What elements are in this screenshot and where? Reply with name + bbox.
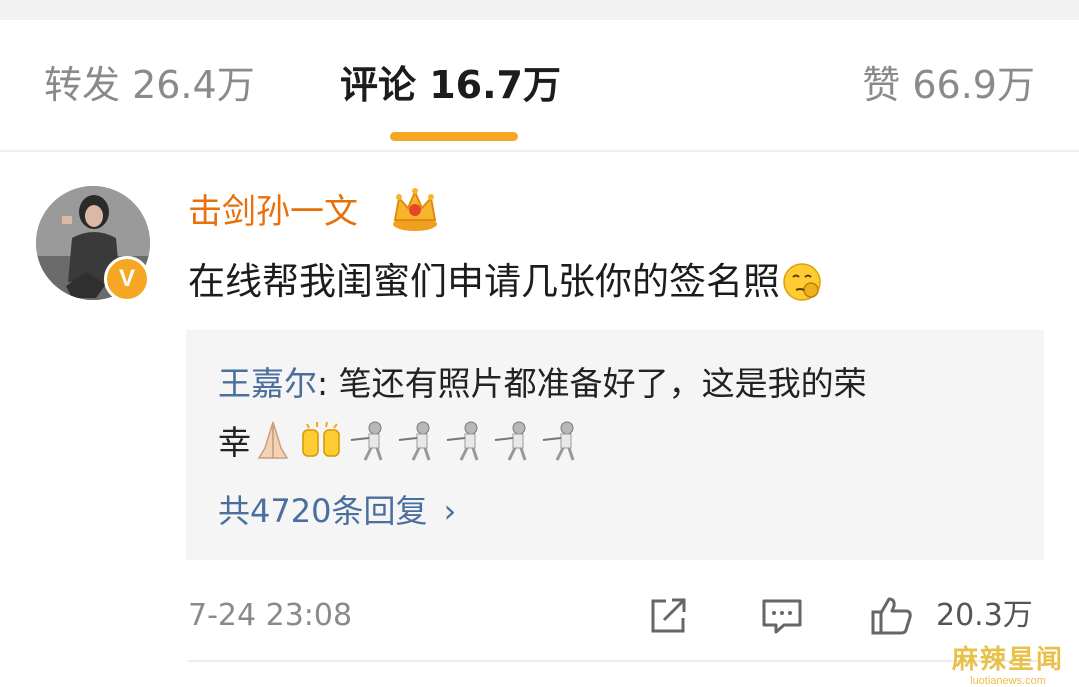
comment-icon[interactable]: [760, 596, 804, 636]
reply-text-2: 幸: [218, 423, 251, 462]
verified-badge-icon: V: [104, 256, 150, 302]
share-icon[interactable]: [648, 596, 692, 636]
top-strip: [0, 0, 1079, 20]
watermark-logo: 麻辣星闻: [951, 645, 1064, 675]
divider: [188, 660, 1038, 662]
view-replies-label: 共4720条回复: [218, 492, 428, 530]
tab-repost[interactable]: 转发 26.4万: [44, 60, 255, 110]
divider: [0, 150, 1079, 152]
fencer-icon: [542, 421, 575, 461]
comment-text: 在线帮我闺蜜们申请几张你的签名照: [188, 256, 822, 308]
fencer-icon: [398, 421, 431, 461]
like-icon[interactable]: [870, 596, 914, 636]
chevron-right-icon: ›: [443, 492, 457, 530]
comment-body: 在线帮我闺蜜们申请几张你的签名照: [188, 260, 780, 303]
crown-icon: [393, 188, 437, 231]
comment-username[interactable]: 击剑孙一文: [188, 190, 358, 234]
like-count: 20.3万: [936, 598, 1033, 633]
fencer-icon: [446, 421, 479, 461]
watermark: 麻辣星闻 luotianews.com: [944, 645, 1072, 687]
tab-likes[interactable]: 赞 66.9万: [862, 60, 1035, 110]
reply-line-2: 幸: [218, 418, 587, 467]
tab-comments[interactable]: 评论 16.7万: [340, 60, 561, 110]
pray-icon: [257, 421, 289, 459]
active-tab-indicator: [390, 132, 518, 141]
reply-text: 笔还有照片都准备好了，这是我的荣: [338, 364, 867, 403]
watermark-url: luotianews.com: [970, 675, 1046, 687]
comment-timestamp: 7-24 23:08: [188, 598, 353, 633]
fencer-icon: [350, 421, 383, 461]
stats-tabs: 转发 26.4万 评论 16.7万 赞 66.9万: [0, 20, 1079, 150]
reply-author[interactable]: 王嘉尔: [218, 364, 317, 403]
raised-hands-icon: [302, 421, 340, 457]
reply-preview[interactable]: 王嘉尔: 笔还有照片都准备好了，这是我的荣 幸 共4720条回复 ›: [186, 330, 1044, 560]
reply-separator: :: [317, 364, 339, 403]
reply-line: 王嘉尔: 笔还有照片都准备好了，这是我的荣: [218, 360, 867, 408]
view-replies-link[interactable]: 共4720条回复 ›: [218, 488, 456, 534]
fencer-icon: [494, 421, 527, 461]
pensive-face-icon: [783, 263, 821, 301]
